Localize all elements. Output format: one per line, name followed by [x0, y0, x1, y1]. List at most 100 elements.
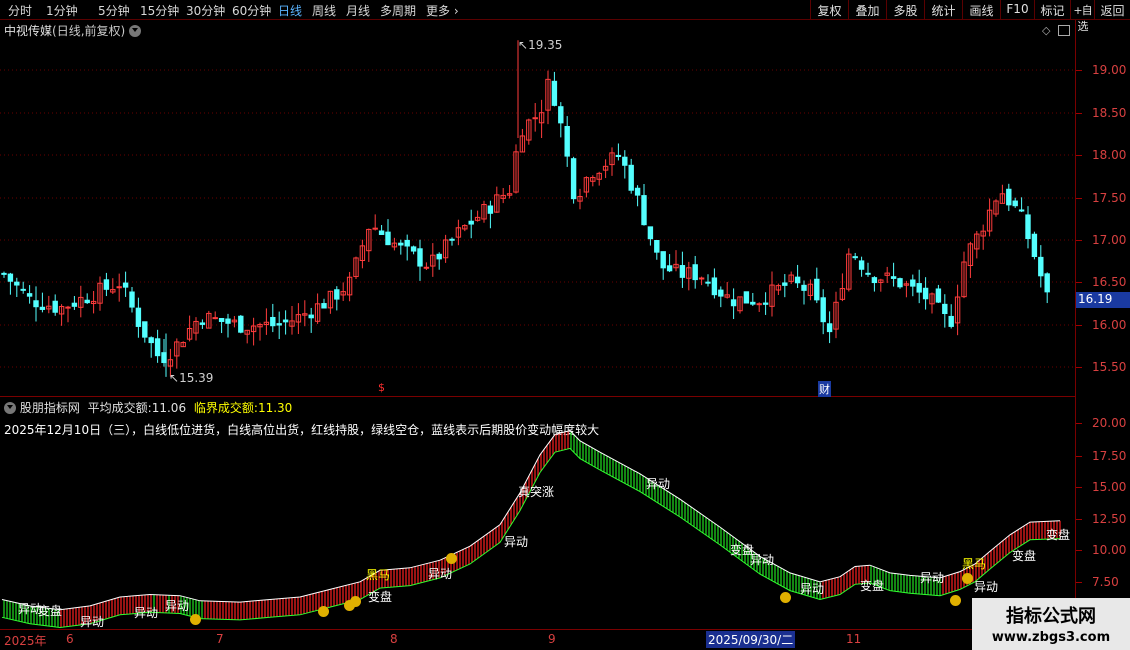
candle-body [801, 284, 807, 291]
price-axis-tick [1076, 155, 1082, 156]
tab-weekly[interactable]: 周线 [312, 2, 336, 19]
money-bag-icon [350, 596, 361, 607]
tab-multi-period[interactable]: 多周期 [380, 2, 416, 19]
signal-label: 黑马 [366, 568, 391, 582]
dividend-marker[interactable]: $ [378, 381, 385, 394]
price-axis-tick [1076, 198, 1082, 199]
price-axis-label: 18.50 [1092, 106, 1127, 120]
candle-body [679, 265, 686, 278]
candle-body [890, 276, 897, 279]
candle-body [276, 323, 282, 326]
candle-body [858, 260, 865, 270]
signal-label: 异动 [646, 477, 671, 491]
candle-body [1038, 256, 1044, 277]
candle-body [826, 323, 833, 333]
candle-body [634, 187, 641, 196]
candle-body [762, 302, 769, 305]
candle-body [1006, 188, 1012, 206]
signal-label: 异动 [80, 615, 105, 629]
signal-label: 异动 [750, 553, 775, 567]
price-axis-label: 17.00 [1092, 233, 1127, 247]
candle-body [398, 242, 404, 246]
date-year: 2025年 [4, 634, 47, 648]
candle-body [238, 315, 244, 333]
candle-body [660, 251, 666, 269]
candle-body [532, 117, 538, 120]
signal-label: 异动 [428, 567, 453, 581]
signal-label: 变盘 [1012, 549, 1037, 563]
f10-button[interactable]: F10 [1000, 0, 1034, 19]
low-price-label: ↖15.39 [169, 371, 214, 385]
candle-body [551, 80, 558, 106]
signal-label: 变盘 [860, 579, 885, 593]
signal-label: 异动 [165, 599, 190, 613]
candle-body [199, 322, 206, 325]
overlay-button[interactable]: 叠加 [848, 0, 886, 19]
tab-1min[interactable]: 1分钟 [46, 2, 78, 19]
tab-more[interactable]: 更多 › [426, 2, 459, 19]
candle-body [1025, 214, 1031, 240]
candle-body [750, 301, 756, 305]
watermark: 指标公式网 www.zbgs3.com [972, 598, 1130, 650]
indicator-axis-tick [1076, 550, 1082, 551]
mark-button[interactable]: 标记 [1034, 0, 1070, 19]
date-august: 8 [390, 632, 398, 646]
candle-body [436, 253, 442, 260]
price-axis-tick [1076, 367, 1082, 368]
candle-body [628, 164, 634, 191]
candle-body [218, 317, 225, 322]
add-watchlist-button[interactable]: +自选 [1070, 0, 1094, 33]
signal-label: 真突涨 [518, 485, 555, 499]
candle-body [154, 338, 161, 357]
fuquan-button[interactable]: 复权 [810, 0, 848, 19]
draw-line-button[interactable]: 画线 [962, 0, 1000, 19]
tab-daily[interactable]: 日线 [278, 2, 302, 19]
candle-body [865, 272, 871, 275]
candle-body [423, 266, 430, 269]
price-axis-label: 19.00 [1092, 63, 1127, 77]
indicator-chart [1, 430, 1061, 629]
candle-body [7, 273, 14, 282]
candle-body [468, 220, 474, 225]
candle-body [404, 239, 410, 247]
candle-body [666, 265, 673, 272]
back-button[interactable]: 返回 [1094, 0, 1130, 19]
tab-fenshi[interactable]: 分时 [8, 2, 32, 19]
tab-5min[interactable]: 5分钟 [98, 2, 130, 19]
date-september: 9 [548, 632, 556, 646]
date-axis: 2025年 6 7 8 9 2025/09/30/二 11 [0, 629, 1130, 650]
candle-body [135, 307, 142, 327]
tab-monthly[interactable]: 月线 [346, 2, 370, 19]
finance-marker[interactable]: 财 [818, 381, 831, 397]
candle-body [282, 319, 289, 323]
money-bag-icon [446, 553, 457, 564]
statistics-button[interactable]: 统计 [924, 0, 962, 19]
price-axis-tick [1076, 282, 1082, 283]
more-label: 更多 [426, 4, 451, 18]
candle-body [1044, 273, 1050, 293]
multi-stock-button[interactable]: 多股 [886, 0, 924, 19]
signal-label: 异动 [800, 582, 825, 596]
indicator-axis-label: 7.50 [1092, 575, 1119, 589]
candle-body [705, 281, 711, 284]
candle-body [935, 288, 942, 303]
candle-body [782, 282, 788, 286]
candle-body [647, 226, 654, 240]
candle-body [564, 125, 570, 157]
low-price-value: 15.39 [179, 371, 214, 385]
candle-body [570, 158, 577, 200]
candle-body [871, 277, 878, 284]
indicator-axis-label: 10.00 [1092, 543, 1127, 557]
tab-60min[interactable]: 60分钟 [232, 2, 271, 19]
chevron-right-icon: › [453, 4, 459, 18]
candle-body [692, 264, 698, 281]
candle-body [142, 321, 148, 338]
tab-15min[interactable]: 15分钟 [140, 2, 179, 19]
tab-30min[interactable]: 30分钟 [186, 2, 225, 19]
candle-body [942, 303, 948, 315]
indicator-axis-label: 12.50 [1092, 512, 1127, 526]
candle-body [1018, 209, 1025, 212]
candle-body [14, 281, 20, 286]
indicator-axis-tick [1076, 456, 1082, 457]
candle-body [378, 230, 385, 235]
